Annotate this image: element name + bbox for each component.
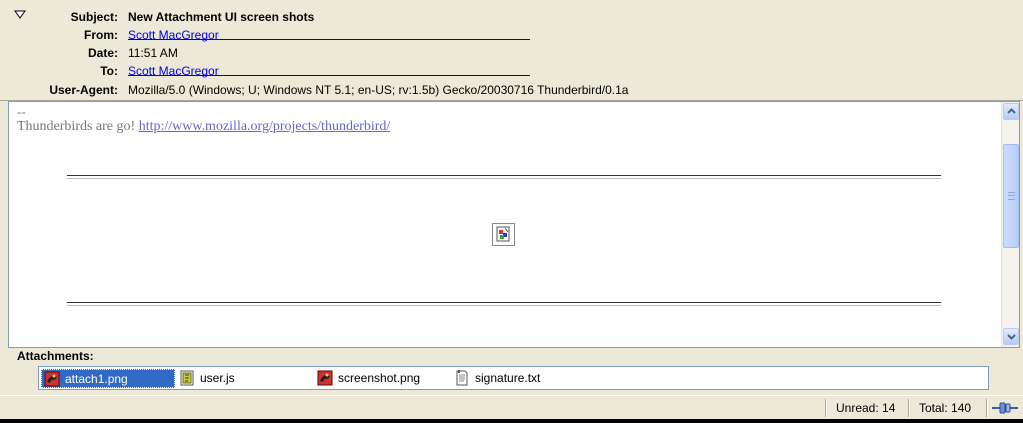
attachment-item[interactable]: user.js [177,369,297,388]
signature-separator: -- [17,104,26,119]
signature-text: Thunderbirds are go! [17,119,136,134]
date-label: Date: [87,46,118,60]
online-status-icon[interactable] [992,402,1018,414]
subject-label: Subject: [70,10,118,24]
status-separator [986,399,988,417]
status-separator [825,399,827,417]
message-body[interactable]: -- Thunderbirds are go! http://www.mozil… [8,101,1020,348]
status-separator [908,399,910,417]
scroll-down-button[interactable] [1003,328,1019,345]
message-header: Subject: New Attachment UI screen shots … [0,0,1023,101]
signature: Thunderbirds are go! http://www.mozilla.… [17,119,390,135]
attachment-item[interactable]: screenshot.png [315,369,445,388]
attachment-name: attach1.png [65,372,128,386]
text-file-icon [456,370,468,386]
from-label: From: [84,28,118,42]
to-link[interactable]: Scott MacGregor [128,64,219,78]
script-file-icon [180,370,194,386]
signature-link[interactable]: http://www.mozilla.org/projects/thunderb… [139,119,391,134]
from-value: Scott MacGregor [128,26,530,44]
window-edge [0,419,1023,423]
png-image-icon [44,371,60,387]
to-value: Scott MacGregor [128,62,530,80]
scroll-thumb[interactable] [1003,144,1019,248]
attachments-label: Attachments: [17,349,94,363]
grip-icon [1008,192,1015,200]
horizontal-rule [67,175,941,179]
unread-count: Unread: 14 [836,401,896,415]
png-image-icon [317,370,333,386]
chevron-up-icon [1007,108,1016,114]
attachment-item[interactable]: signature.txt [452,369,582,388]
date-value: 11:51 AM [128,46,178,60]
attachment-list[interactable]: attach1.png user.js screenshot.png signa… [38,366,989,390]
chevron-down-icon [1007,334,1016,340]
horizontal-rule [67,302,941,306]
attachment-name: signature.txt [475,371,541,385]
subject-value: New Attachment UI screen shots [128,10,315,24]
status-bar: Unread: 14 Total: 140 [0,395,1023,419]
attachment-name: screenshot.png [338,371,421,385]
total-count: Total: 140 [919,401,972,415]
attachment-item[interactable]: attach1.png [41,369,175,388]
useragent-value: Mozilla/5.0 (Windows; U; Windows NT 5.1;… [128,83,629,97]
to-label: To: [100,64,118,78]
useragent-label: User-Agent: [49,83,118,97]
scroll-up-button[interactable] [1003,103,1019,120]
attachment-name: user.js [200,371,235,385]
from-link[interactable]: Scott MacGregor [128,28,219,42]
broken-image-icon [492,223,515,246]
vertical-scrollbar[interactable] [1001,102,1019,347]
